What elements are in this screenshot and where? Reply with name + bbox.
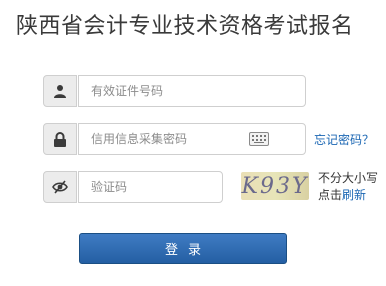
user-icon xyxy=(54,85,66,98)
captcha-hint: 不分大小写 点击刷新 xyxy=(318,170,378,204)
captcha-input[interactable] xyxy=(78,171,223,203)
refresh-line: 点击刷新 xyxy=(318,187,378,204)
id-number-input[interactable] xyxy=(78,75,306,107)
lock-icon-box xyxy=(43,123,77,155)
refresh-captcha-link[interactable]: 刷新 xyxy=(342,188,366,202)
page-title: 陕西省会计专业技术资格考试报名 xyxy=(16,14,354,39)
eye-icon-box xyxy=(43,171,77,203)
case-insensitive-note: 不分大小写 xyxy=(318,171,379,185)
eye-icon xyxy=(52,180,68,194)
lock-icon xyxy=(54,131,66,147)
login-button[interactable]: 登录 xyxy=(79,233,287,264)
click-text: 点击 xyxy=(318,188,343,202)
forgot-password-link[interactable]: 忘记密码？ xyxy=(314,131,374,148)
captcha-image[interactable]: K93Y xyxy=(241,172,309,200)
password-input[interactable] xyxy=(78,123,306,155)
user-icon-box xyxy=(43,75,77,107)
keyboard-icon[interactable] xyxy=(249,132,269,146)
